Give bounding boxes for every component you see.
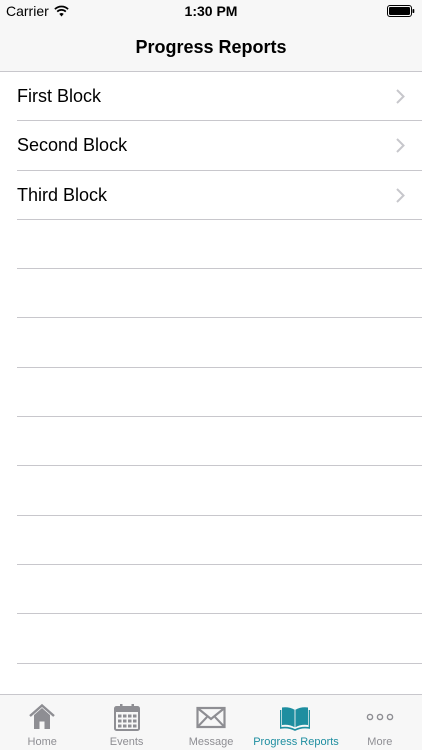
battery-icon [387,5,415,17]
empty-row [0,664,422,694]
list-item-label: Third Block [17,184,108,205]
tab-events[interactable]: Events [84,695,168,750]
empty-row [0,466,422,516]
tab-label: Message [188,736,234,748]
navigation-bar: Progress Reports [0,22,422,72]
tab-bar: Home Events Message Progress Reports Mor… [0,694,422,750]
open-book-icon [280,707,311,731]
chevron-right-icon [396,138,405,154]
tab-progress-reports[interactable]: Progress Reports [253,695,339,750]
tab-message[interactable]: Message [169,695,253,750]
list-item-first-block[interactable]: First Block [0,72,422,122]
tab-label: More [367,736,393,748]
empty-row [0,318,422,369]
list-item-label: First Block [17,86,102,106]
list-item-third-block[interactable]: Third Block [0,171,422,221]
empty-row [0,220,422,270]
empty-row [0,368,422,418]
envelope-icon [196,706,226,729]
page-title: Progress Reports [135,37,287,57]
tab-more[interactable]: More [338,695,422,750]
list-item-label: Second Block [17,135,128,156]
list-item-second-block[interactable]: Second Block [0,121,422,171]
more-dots-icon [366,713,394,721]
empty-row [0,565,422,615]
status-time: 1:30 PM [184,3,238,19]
tab-home[interactable]: Home [0,695,84,750]
calendar-icon [113,704,140,731]
progress-reports-list: First Block Second Block Third Block [0,72,422,694]
tab-label: Progress Reports [253,736,339,748]
empty-row [0,269,422,319]
empty-row [0,417,422,467]
chevron-right-icon [396,187,405,203]
chevron-right-icon [396,89,405,104]
tab-label: Home [27,736,57,748]
tab-label: Events [109,736,144,748]
status-bar: Carrier 1:30 PM [0,0,422,22]
empty-row [0,516,422,566]
empty-row [0,614,422,664]
home-icon [29,703,55,729]
